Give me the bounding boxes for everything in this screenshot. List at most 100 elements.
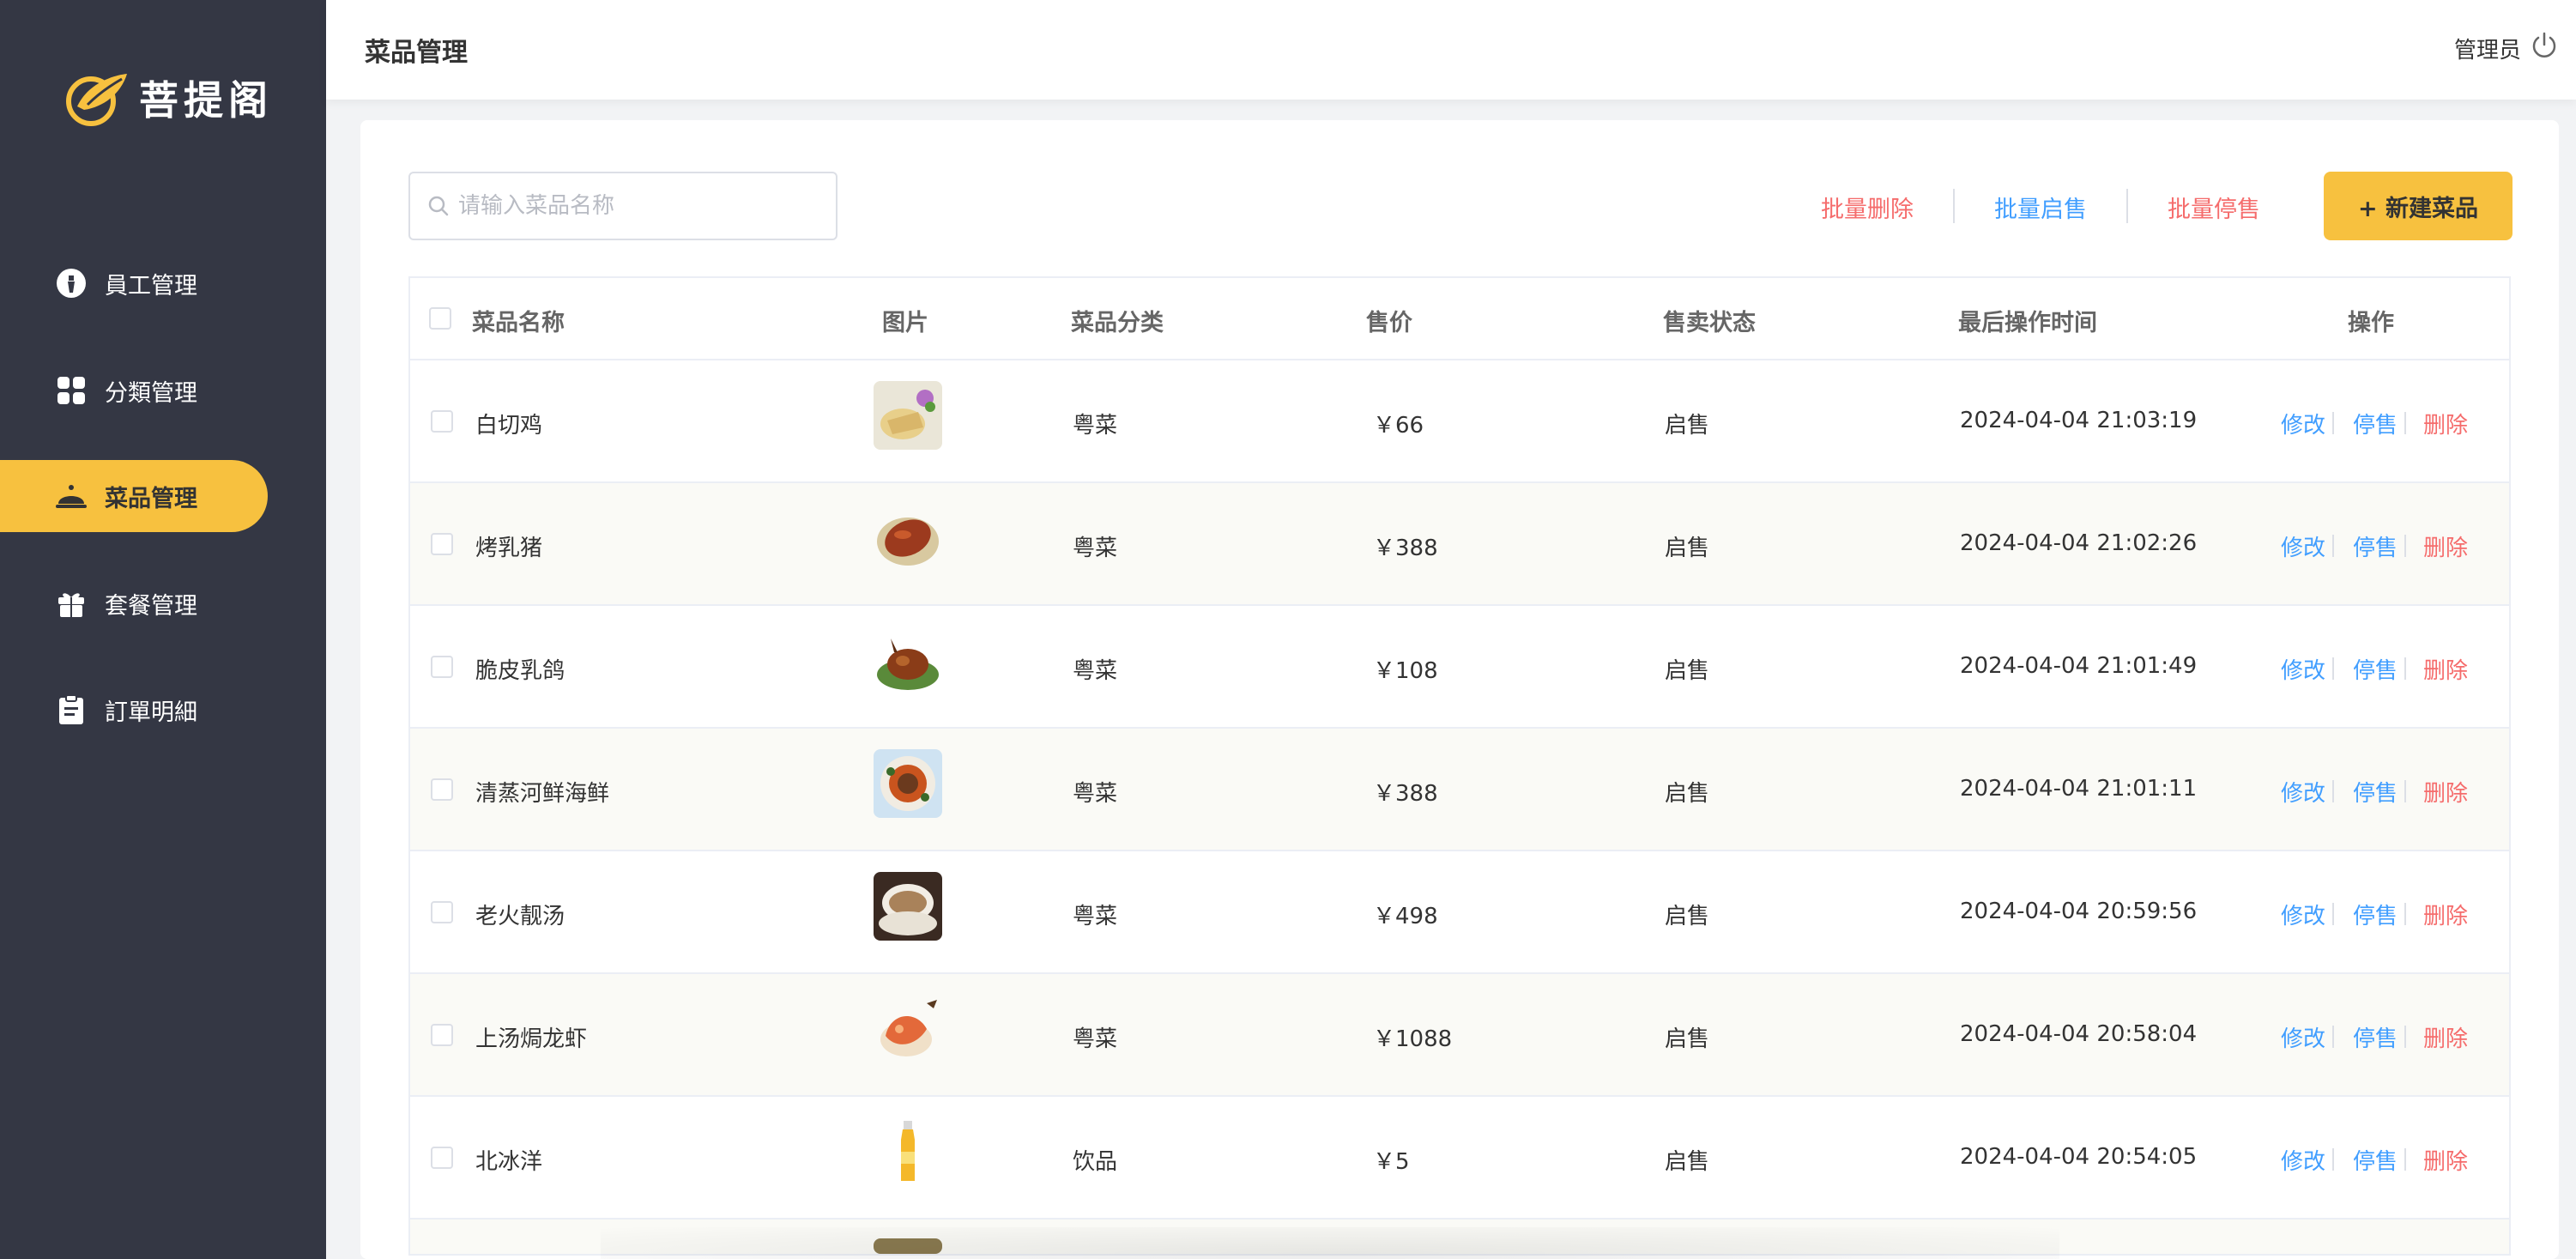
table-row: 烤乳猪 粤菜 ￥388 启售 2024-04-04 21:02:26 修改 停售… xyxy=(410,483,2509,606)
delete-link[interactable]: 删除 xyxy=(2423,899,2468,930)
row-checkbox[interactable] xyxy=(431,410,453,433)
dish-updated-time: 2024-04-04 21:03:19 xyxy=(1960,408,2198,433)
edit-link[interactable]: 修改 xyxy=(2281,530,2325,562)
dish-image-soda-bottle[interactable] xyxy=(874,1117,942,1186)
dish-image-seafood[interactable] xyxy=(874,749,942,818)
divider xyxy=(1953,189,1955,223)
batch-enable-link[interactable]: 批量启售 xyxy=(1994,191,2087,224)
edit-link[interactable]: 修改 xyxy=(2281,408,2325,439)
delete-link[interactable]: 删除 xyxy=(2423,776,2468,808)
dish-status: 启售 xyxy=(1665,1026,1710,1052)
column-header-category: 菜品分类 xyxy=(1071,310,1164,336)
dish-status: 启售 xyxy=(1665,536,1710,561)
dish-category: 饮品 xyxy=(1073,1149,1118,1175)
disable-link[interactable]: 停售 xyxy=(2353,1144,2398,1176)
divider xyxy=(2404,903,2406,925)
dish-image-soup[interactable] xyxy=(874,872,942,941)
delete-link[interactable]: 删除 xyxy=(2423,530,2468,562)
row-checkbox[interactable] xyxy=(431,901,453,923)
column-header-actions: 操作 xyxy=(2348,310,2394,336)
row-checkbox[interactable] xyxy=(431,778,453,801)
batch-delete-link[interactable]: 批量删除 xyxy=(1821,191,1914,224)
cloche-icon xyxy=(55,480,88,512)
disable-link[interactable]: 停售 xyxy=(2353,408,2398,439)
dish-status: 启售 xyxy=(1665,904,1710,929)
dish-category: 粤菜 xyxy=(1073,536,1118,561)
table-header: 菜品名称 图片 菜品分类 售价 售卖状态 最后操作时间 操作 xyxy=(410,278,2509,360)
divider xyxy=(2332,412,2334,434)
table-row: 老火靓汤 粤菜 ￥498 启售 2024-04-04 20:59:56 修改 停… xyxy=(410,851,2509,974)
brand-logo: 菩提阁 xyxy=(62,67,273,129)
disable-link[interactable]: 停售 xyxy=(2353,899,2398,930)
dish-image-lobster[interactable] xyxy=(874,995,942,1063)
dish-updated-time: 2024-04-04 21:02:26 xyxy=(1960,530,2198,556)
sidebar-item-label: 分類管理 xyxy=(105,379,197,407)
batch-disable-link[interactable]: 批量停售 xyxy=(2168,191,2260,224)
gift-icon xyxy=(55,587,88,620)
row-checkbox[interactable] xyxy=(431,533,453,555)
disable-link[interactable]: 停售 xyxy=(2353,530,2398,562)
dish-name: 烤乳猪 xyxy=(475,536,543,561)
table-row: 清蒸河鲜海鲜 粤菜 ￥388 启售 2024-04-04 21:01:11 修改… xyxy=(410,729,2509,851)
sidebar-item-combo[interactable]: 套餐管理 xyxy=(0,567,268,639)
dish-category: 粤菜 xyxy=(1073,1026,1118,1052)
column-header-image: 图片 xyxy=(882,310,928,336)
table-row: 北冰洋 饮品 ￥5 启售 2024-04-04 20:54:05 修改 停售 删… xyxy=(410,1097,2509,1220)
divider xyxy=(2332,903,2334,925)
edit-link[interactable]: 修改 xyxy=(2281,776,2325,808)
dish-updated-time: 2024-04-04 20:54:05 xyxy=(1960,1144,2198,1170)
edit-link[interactable]: 修改 xyxy=(2281,1021,2325,1053)
row-checkbox[interactable] xyxy=(431,1147,453,1169)
new-dish-button[interactable]: + 新建菜品 xyxy=(2324,172,2513,240)
search-input[interactable] xyxy=(458,193,819,219)
sidebar-item-employee[interactable]: 員工管理 xyxy=(0,247,268,319)
top-header: 菜品管理 管理员 xyxy=(326,0,2576,100)
dish-image-roast-pig[interactable] xyxy=(874,504,942,572)
divider xyxy=(2332,1026,2334,1048)
divider xyxy=(2332,657,2334,680)
dish-price: ￥66 xyxy=(1373,413,1424,439)
disable-link[interactable]: 停售 xyxy=(2353,776,2398,808)
dish-name: 脆皮乳鸽 xyxy=(475,658,565,684)
disable-link[interactable]: 停售 xyxy=(2353,653,2398,685)
bodhi-leaf-logo-icon xyxy=(66,74,127,126)
clipboard-icon xyxy=(55,693,88,726)
dish-category: 粤菜 xyxy=(1073,781,1118,807)
dish-image-chicken[interactable] xyxy=(874,381,942,450)
sidebar-item-label: 員工管理 xyxy=(105,272,197,300)
disable-link[interactable]: 停售 xyxy=(2353,1021,2398,1053)
power-icon[interactable] xyxy=(2530,31,2559,60)
edit-link[interactable]: 修改 xyxy=(2281,1144,2325,1176)
dish-updated-time: 2024-04-04 20:58:04 xyxy=(1960,1021,2198,1047)
column-header-name: 菜品名称 xyxy=(472,310,565,336)
sidebar-item-label: 菜品管理 xyxy=(105,485,197,512)
user-name[interactable]: 管理员 xyxy=(2454,33,2521,64)
edit-link[interactable]: 修改 xyxy=(2281,653,2325,685)
delete-link[interactable]: 删除 xyxy=(2423,1021,2468,1053)
select-all-checkbox[interactable] xyxy=(429,307,451,330)
row-checkbox[interactable] xyxy=(431,656,453,678)
delete-link[interactable]: 删除 xyxy=(2423,408,2468,439)
column-header-time: 最后操作时间 xyxy=(1958,310,2097,336)
divider xyxy=(2126,189,2128,223)
sidebar-item-category[interactable]: 分類管理 xyxy=(0,354,268,427)
divider xyxy=(2332,535,2334,557)
delete-link[interactable]: 删除 xyxy=(2423,1144,2468,1176)
dish-image-pigeon[interactable] xyxy=(874,626,942,695)
divider xyxy=(2404,412,2406,434)
brand-name: 菩提阁 xyxy=(139,77,273,124)
divider xyxy=(2404,535,2406,557)
delete-link[interactable]: 删除 xyxy=(2423,653,2468,685)
row-checkbox[interactable] xyxy=(431,1024,453,1046)
edit-link[interactable]: 修改 xyxy=(2281,899,2325,930)
dish-status: 启售 xyxy=(1665,781,1710,807)
search-box[interactable] xyxy=(408,172,838,240)
dish-status: 启售 xyxy=(1665,413,1710,439)
dish-name: 清蒸河鲜海鲜 xyxy=(475,781,610,807)
sidebar-item-orders[interactable]: 訂單明細 xyxy=(0,674,268,746)
divider xyxy=(2404,1148,2406,1171)
dish-name: 老火靓汤 xyxy=(475,904,565,929)
dish-updated-time: 2024-04-04 20:59:56 xyxy=(1960,899,2198,924)
table-row: 白切鸡 粤菜 ￥66 启售 2024-04-04 21:03:19 修改 停售 … xyxy=(410,360,2509,483)
sidebar-item-dish[interactable]: 菜品管理 xyxy=(0,460,268,532)
